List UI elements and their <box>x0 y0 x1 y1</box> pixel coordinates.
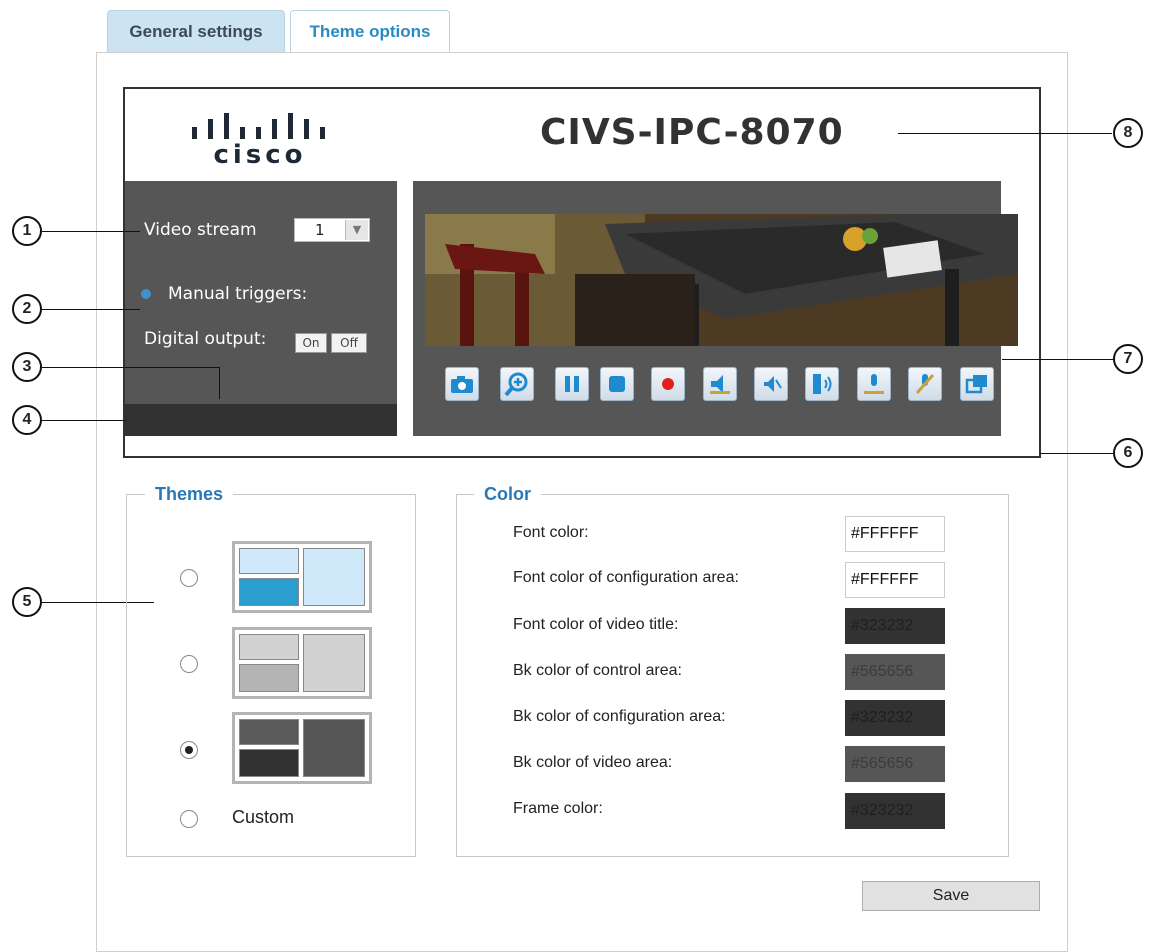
theme-custom-label: Custom <box>232 807 295 827</box>
digital-output-off-button[interactable]: Off <box>331 333 367 353</box>
zoom-icon <box>504 372 528 397</box>
tab-general-settings[interactable]: General settings <box>107 10 285 52</box>
callout-line-3 <box>42 367 220 368</box>
font-color-label: Font color: <box>513 524 589 541</box>
theme-thumbnail-3-right <box>303 719 365 777</box>
callout-line-8 <box>898 133 1112 134</box>
stop-button[interactable] <box>600 367 634 401</box>
callout-line-2 <box>42 309 140 310</box>
talk-icon <box>813 374 832 394</box>
theme-thumbnail-1[interactable] <box>232 541 372 613</box>
video-image <box>425 214 1018 346</box>
frame-color-label: Frame color: <box>513 800 603 817</box>
configuration-footer <box>125 404 397 436</box>
callout-line-7 <box>1002 359 1114 360</box>
theme-thumbnail-2-right <box>303 634 365 692</box>
theme-thumbnail-1-bottom-left <box>239 578 299 606</box>
config-font-color-label: Font color of configuration area: <box>513 569 739 586</box>
config-area-bk-color-input[interactable]: #323232 <box>845 700 945 736</box>
callout-line-3-drop <box>219 367 220 399</box>
pause-icon <box>565 376 579 392</box>
theme-thumbnail-3[interactable] <box>232 712 372 784</box>
theme-thumbnail-1-top-left <box>239 548 299 574</box>
video-stream-value: 1 <box>315 221 325 239</box>
video-stream-label: Video stream <box>144 220 257 240</box>
color-legend: Color <box>474 484 541 505</box>
callout-8: 8 <box>1113 118 1143 148</box>
chevron-down-icon: ▼ <box>345 220 368 240</box>
cisco-logo-bars <box>192 113 325 139</box>
video-stream-select[interactable]: 1 ▼ <box>294 218 370 242</box>
save-button[interactable]: Save <box>862 881 1040 911</box>
camera-icon <box>451 376 473 393</box>
microphone-mute-button[interactable] <box>908 367 942 401</box>
theme-radio-3[interactable] <box>180 741 198 759</box>
callout-6: 6 <box>1113 438 1143 468</box>
frame-color-input[interactable]: #323232 <box>845 793 945 829</box>
callout-line-1 <box>42 231 140 232</box>
themes-legend: Themes <box>145 484 234 505</box>
theme-radio-2[interactable] <box>180 655 198 673</box>
tab-theme-options[interactable]: Theme options <box>290 10 450 54</box>
volume-icon <box>710 375 730 394</box>
volume-button[interactable] <box>703 367 737 401</box>
theme-radio-custom[interactable] <box>180 810 198 828</box>
fullscreen-icon <box>965 375 987 394</box>
cisco-logo-text: cisco <box>213 140 307 170</box>
theme-thumbnail-2-bottom-left <box>239 664 299 692</box>
device-title: CIVS-IPC-8070 <box>540 112 844 153</box>
video-title-font-color-label: Font color of video title: <box>513 616 679 633</box>
microphone-icon <box>864 374 884 394</box>
callout-line-6 <box>1040 453 1114 454</box>
control-area-bk-color-input[interactable]: #565656 <box>845 654 945 690</box>
callout-4: 4 <box>12 405 42 435</box>
config-font-color-input[interactable]: #FFFFFF <box>845 562 945 598</box>
callout-3: 3 <box>12 352 42 382</box>
microphone-button[interactable] <box>857 367 891 401</box>
talk-button[interactable] <box>805 367 839 401</box>
mute-icon <box>764 376 782 392</box>
video-area-bk-color-input[interactable]: #565656 <box>845 746 945 782</box>
font-color-input[interactable]: #FFFFFF <box>845 516 945 552</box>
callout-2: 2 <box>12 294 42 324</box>
theme-thumbnail-2[interactable] <box>232 627 372 699</box>
callout-7: 7 <box>1113 344 1143 374</box>
snapshot-button[interactable] <box>445 367 479 401</box>
record-icon <box>662 378 674 390</box>
pause-button[interactable] <box>555 367 589 401</box>
config-area-bk-color-label: Bk color of configuration area: <box>513 708 726 725</box>
theme-radio-1[interactable] <box>180 569 198 587</box>
theme-thumbnail-1-right <box>303 548 365 606</box>
zoom-button[interactable] <box>500 367 534 401</box>
trigger-expand-icon[interactable] <box>141 289 151 299</box>
video-title-font-color-input[interactable]: #323232 <box>845 608 945 644</box>
theme-thumbnail-3-bottom-left <box>239 749 299 777</box>
digital-output-on-button[interactable]: On <box>295 333 327 353</box>
video-area-bk-color-label: Bk color of video area: <box>513 754 673 771</box>
control-area-bk-color-label: Bk color of control area: <box>513 662 682 679</box>
callout-5: 5 <box>12 587 42 617</box>
manual-triggers-label: Manual triggers: <box>168 284 308 304</box>
theme-thumbnail-3-top-left <box>239 719 299 745</box>
record-button[interactable] <box>651 367 685 401</box>
fullscreen-button[interactable] <box>960 367 994 401</box>
microphone-mute-icon <box>915 374 935 394</box>
stop-icon <box>609 376 625 392</box>
callout-1: 1 <box>12 216 42 246</box>
mute-button[interactable] <box>754 367 788 401</box>
theme-thumbnail-2-top-left <box>239 634 299 660</box>
callout-line-4 <box>42 420 126 421</box>
digital-output-label: Digital output: <box>144 329 267 349</box>
